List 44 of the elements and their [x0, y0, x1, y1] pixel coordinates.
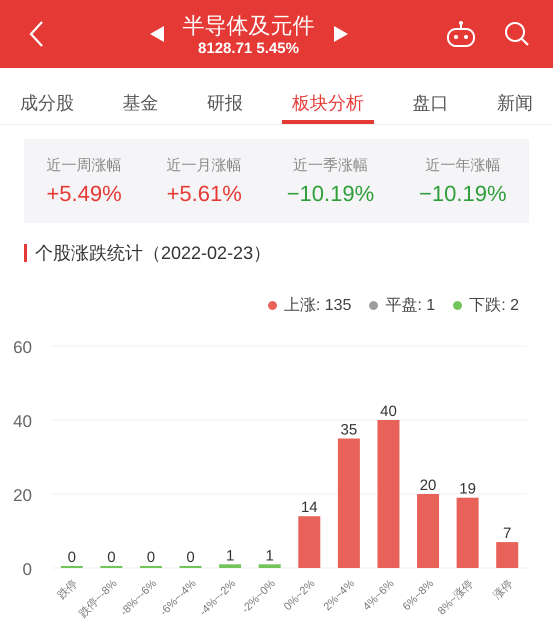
chart-bar: [219, 564, 242, 568]
bar-value-label: 0: [68, 549, 76, 566]
section-tab[interactable]: 基金: [112, 68, 169, 124]
stat-label: 近一季涨幅: [292, 156, 368, 174]
bar-value-label: 35: [340, 422, 358, 438]
bar-value-label: 1: [266, 547, 274, 564]
chart-bar: [496, 542, 518, 568]
stat-label: 近一月涨幅: [166, 156, 242, 174]
legend-item: 下跌: 2: [453, 295, 519, 316]
sector-quote: 8128.71 5.45%: [198, 40, 299, 56]
stat-label: 近一年涨幅: [425, 156, 500, 174]
legend-item: 平盘: 1: [369, 295, 436, 316]
axis-tick-label: 20: [13, 486, 32, 505]
stat-label: 近一周涨幅: [46, 156, 122, 174]
stat-value: −10.19%: [419, 180, 507, 206]
axis-tick-label: 40: [13, 412, 32, 431]
section-marker: [24, 244, 27, 262]
section-tab[interactable]: 研报: [197, 68, 254, 124]
bar-value-label: 0: [186, 549, 195, 566]
legend-item: 上涨: 135: [268, 295, 352, 316]
sector-title: 半导体及元件: [182, 12, 314, 40]
section-tab[interactable]: 成分股: [10, 68, 84, 124]
chart-bar: [456, 498, 479, 568]
section-tab[interactable]: 新闻: [486, 68, 543, 124]
bar-value-label: 14: [300, 499, 318, 516]
bar-value-label: 0: [107, 549, 116, 566]
section-tab[interactable]: 盘口: [402, 68, 458, 124]
bar-value-label: 19: [459, 480, 476, 498]
bar-value-label: 7: [503, 525, 512, 542]
chart-bar: [258, 564, 281, 568]
category-label: 跌停: [56, 578, 80, 602]
chart-bar: [298, 516, 320, 568]
stat-value: −10.19%: [286, 180, 374, 206]
axis-tick-label: 0: [22, 560, 32, 579]
stat-value: +5.61%: [166, 180, 242, 206]
section-tab[interactable]: 板块分析: [282, 68, 374, 124]
bar-value-label: 20: [420, 477, 436, 494]
bar-value-label: 40: [380, 403, 397, 420]
category-label: 涨停: [491, 578, 516, 602]
stat-value: +5.49%: [46, 180, 122, 206]
section-title: 个股涨跌统计（2022-02-23）: [35, 242, 272, 265]
axis-tick-label: 60: [13, 338, 32, 357]
bar-value-label: 0: [146, 549, 156, 566]
bar-value-label: 1: [226, 547, 234, 564]
